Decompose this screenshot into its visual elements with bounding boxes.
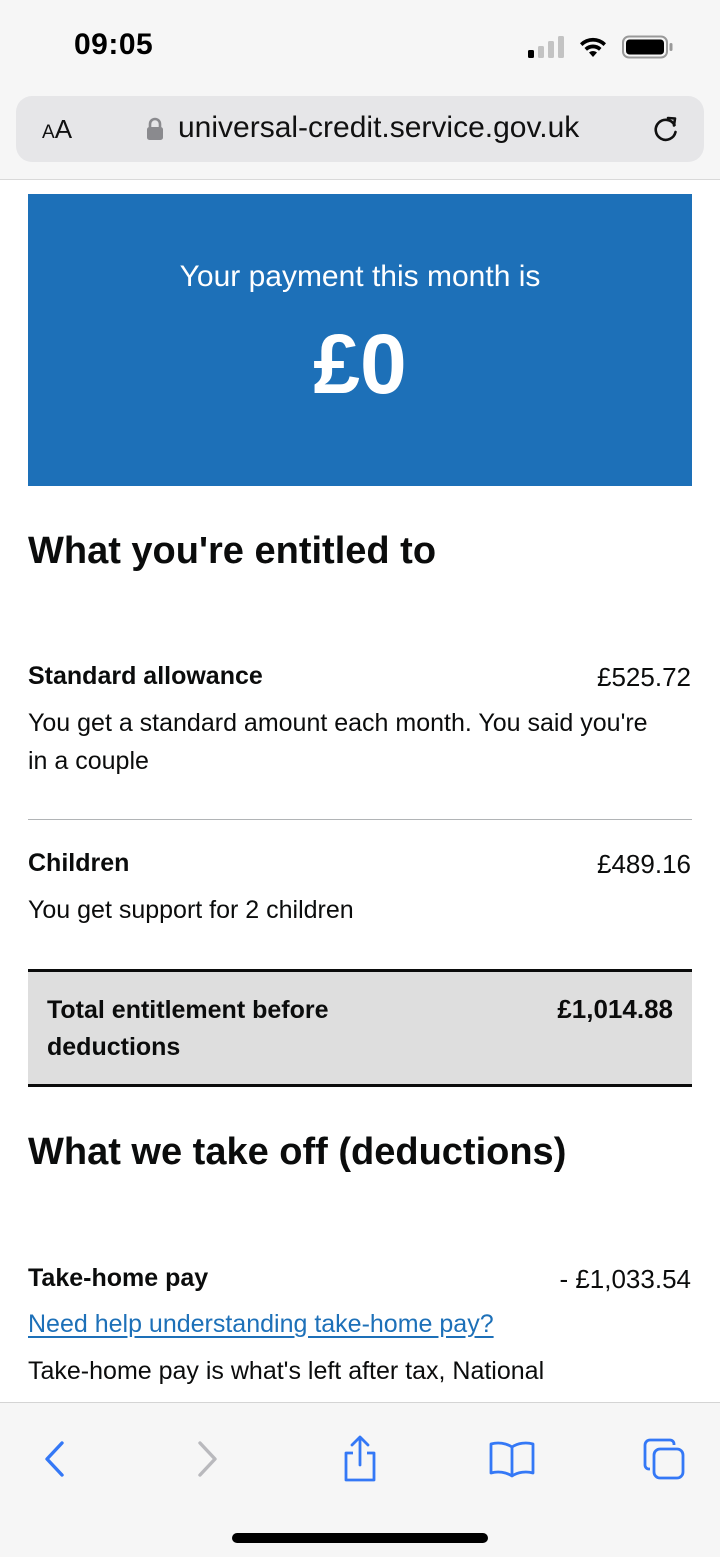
take-home-pay-value: - £1,033.54	[559, 1264, 691, 1294]
phone-screen: 09:05 AA universal-credit.service.gov.uk…	[0, 0, 720, 1557]
take-home-pay-title: Take-home pay	[28, 1264, 209, 1292]
take-home-pay-description: Take-home pay is what's left after tax, …	[28, 1357, 545, 1385]
deductions-heading: What we take off (deductions)	[28, 1131, 567, 1173]
wifi-icon	[578, 35, 608, 59]
children-description: You get support for 2 children	[28, 896, 354, 924]
bookmarks-icon[interactable]	[486, 1433, 538, 1485]
cellular-signal-icon	[528, 36, 564, 58]
status-icons	[528, 34, 674, 60]
standard-allowance-title: Standard allowance	[28, 662, 263, 690]
payment-label: Your payment this month is	[179, 260, 541, 293]
entitlement-heading: What you're entitled to	[28, 530, 437, 572]
share-icon[interactable]	[334, 1433, 386, 1485]
payment-panel: Your payment this month is £0	[28, 194, 692, 486]
divider	[28, 819, 692, 820]
children-value: £489.16	[597, 849, 691, 879]
browser-address-area: AA universal-credit.service.gov.uk	[0, 92, 720, 180]
take-home-pay-help-link[interactable]: Need help understanding take-home pay?	[28, 1310, 494, 1339]
reload-icon[interactable]	[650, 113, 682, 150]
total-entitlement-value: £1,014.88	[557, 994, 673, 1024]
address-bar[interactable]: AA universal-credit.service.gov.uk	[16, 96, 704, 162]
url-text[interactable]: universal-credit.service.gov.uk	[178, 111, 579, 145]
standard-allowance-value: £525.72	[597, 662, 691, 692]
back-icon[interactable]	[28, 1433, 80, 1485]
home-indicator	[232, 1533, 488, 1543]
total-entitlement-label: Total entitlement before deductions	[47, 996, 329, 1061]
payment-amount: £0	[313, 317, 407, 411]
text-size-button[interactable]: AA	[42, 114, 72, 145]
children-title: Children	[28, 849, 130, 877]
tabs-icon[interactable]	[638, 1433, 690, 1485]
total-entitlement-row: Total entitlement before deductions £1,0…	[28, 969, 692, 1087]
battery-icon	[622, 35, 674, 59]
browser-toolbar	[0, 1402, 720, 1557]
standard-allowance-description: You get a standard amount each month. Yo…	[28, 709, 648, 775]
forward-icon[interactable]	[182, 1433, 234, 1485]
lock-icon	[146, 117, 164, 146]
status-bar: 09:05	[0, 0, 720, 92]
status-time: 09:05	[74, 28, 154, 61]
